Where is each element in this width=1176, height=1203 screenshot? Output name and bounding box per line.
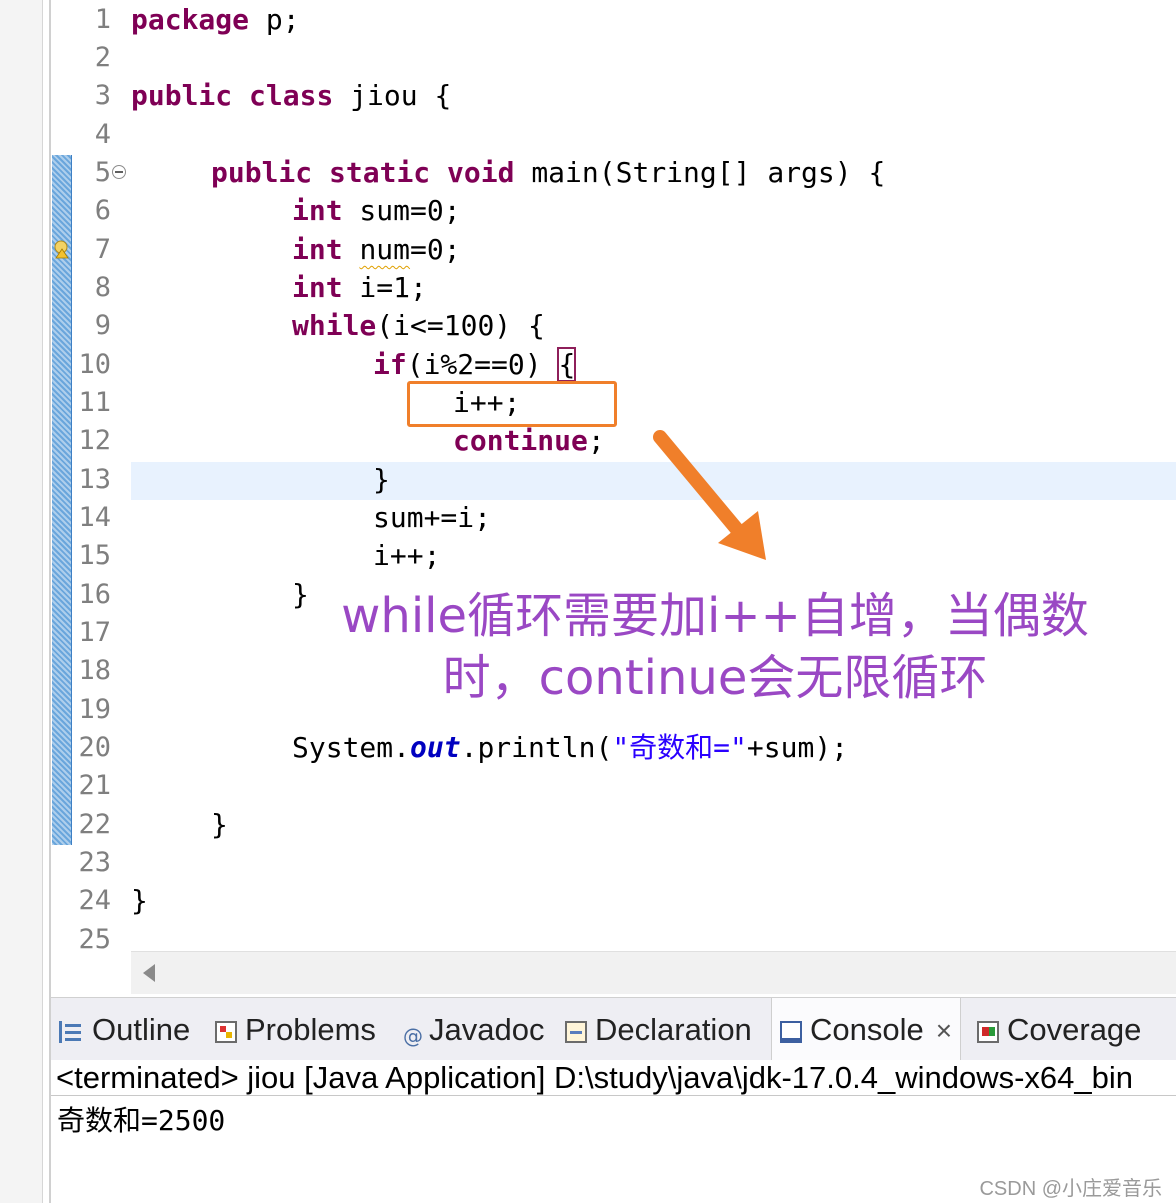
code-line-15[interactable]: i++; xyxy=(373,537,440,575)
line-number: 4 xyxy=(94,119,111,150)
declaration-icon xyxy=(565,1021,587,1043)
code-line-14[interactable]: sum+=i; xyxy=(373,499,491,537)
line-number: 5 xyxy=(94,157,111,188)
problems-icon xyxy=(215,1021,237,1043)
code-line-8[interactable]: int i=1; xyxy=(292,269,427,307)
code-line-24[interactable]: } xyxy=(131,882,148,920)
line-number: 24 xyxy=(78,885,111,916)
code-line-12[interactable]: continue; xyxy=(453,422,605,460)
line-number: 14 xyxy=(78,502,111,533)
warning-lightbulb-icon[interactable] xyxy=(53,240,69,260)
line-number: 16 xyxy=(78,579,111,610)
line-number: 6 xyxy=(94,195,111,226)
highlight-box xyxy=(407,381,617,427)
line-number: 23 xyxy=(78,847,111,878)
fold-collapse-icon[interactable] xyxy=(112,165,126,179)
matching-brace: { xyxy=(557,347,577,382)
line-number: 2 xyxy=(94,42,111,73)
scroll-left-icon[interactable] xyxy=(143,964,155,982)
unused-variable-warning: num xyxy=(359,233,411,266)
javadoc-icon: @ xyxy=(403,1024,423,1048)
views-tab-bar: Outline Problems @ Javadoc Declaration Co… xyxy=(51,997,1176,1061)
line-number: 17 xyxy=(78,617,111,648)
code-line-20[interactable]: System.out.println("奇数和="+sum); xyxy=(292,729,848,767)
code-line-9[interactable]: while(i<=100) { xyxy=(292,307,545,345)
line-number: 15 xyxy=(78,540,111,571)
window-left-strip xyxy=(0,0,43,1203)
code-line-7[interactable]: int num=0; xyxy=(292,231,461,269)
line-number: 20 xyxy=(78,732,111,763)
line-number: 1 xyxy=(94,4,111,35)
line-number: 13 xyxy=(78,464,111,495)
watermark: CSDN @小庄爱音乐 xyxy=(979,1178,1162,1200)
code-line-13[interactable]: } xyxy=(373,461,390,499)
code-line-6[interactable]: int sum=0; xyxy=(292,192,461,230)
tab-javadoc[interactable]: @ Javadoc xyxy=(403,998,544,1060)
tab-coverage[interactable]: Coverage xyxy=(977,998,1141,1060)
line-number: 3 xyxy=(94,80,111,111)
code-line-5[interactable]: public static void main(String[] args) { xyxy=(211,154,885,192)
console-output: 奇数和=2500 xyxy=(57,1104,226,1137)
annotation-arrow-icon xyxy=(653,430,766,560)
code-line-10[interactable]: if(i%2==0) { xyxy=(373,346,577,384)
annotation-text-line-1: while循环需要加i++自增，当偶数 xyxy=(341,588,1089,644)
tab-console[interactable]: Console × xyxy=(771,998,962,1060)
annotation-text-line-2: 时，continue会无限循环 xyxy=(442,650,988,706)
console-icon xyxy=(780,1021,802,1043)
line-number: 10 xyxy=(78,349,111,380)
line-number: 22 xyxy=(78,809,111,840)
line-number: 12 xyxy=(78,425,111,456)
tab-problems[interactable]: Problems xyxy=(215,998,376,1060)
line-number: 9 xyxy=(94,310,111,341)
gutter-bottom xyxy=(51,951,131,993)
line-number: 18 xyxy=(78,655,111,686)
line-number: 11 xyxy=(78,387,111,418)
line-number: 21 xyxy=(78,770,111,801)
line-number: 7 xyxy=(94,234,111,265)
code-line-3[interactable]: public class jiou { xyxy=(131,77,451,115)
close-icon[interactable]: × xyxy=(936,1015,952,1046)
horizontal-scrollbar[interactable] xyxy=(131,951,1176,994)
tab-outline[interactable]: Outline xyxy=(59,998,190,1060)
console-header: <terminated> jiou [Java Application] D:\… xyxy=(51,1060,1176,1096)
tab-declaration[interactable]: Declaration xyxy=(565,998,752,1060)
code-line-22[interactable]: } xyxy=(211,806,228,844)
outline-icon xyxy=(59,1021,84,1043)
line-number: 19 xyxy=(78,694,111,725)
coverage-icon xyxy=(977,1021,999,1043)
line-number: 8 xyxy=(94,272,111,303)
code-line-1[interactable]: package p; xyxy=(131,1,300,39)
